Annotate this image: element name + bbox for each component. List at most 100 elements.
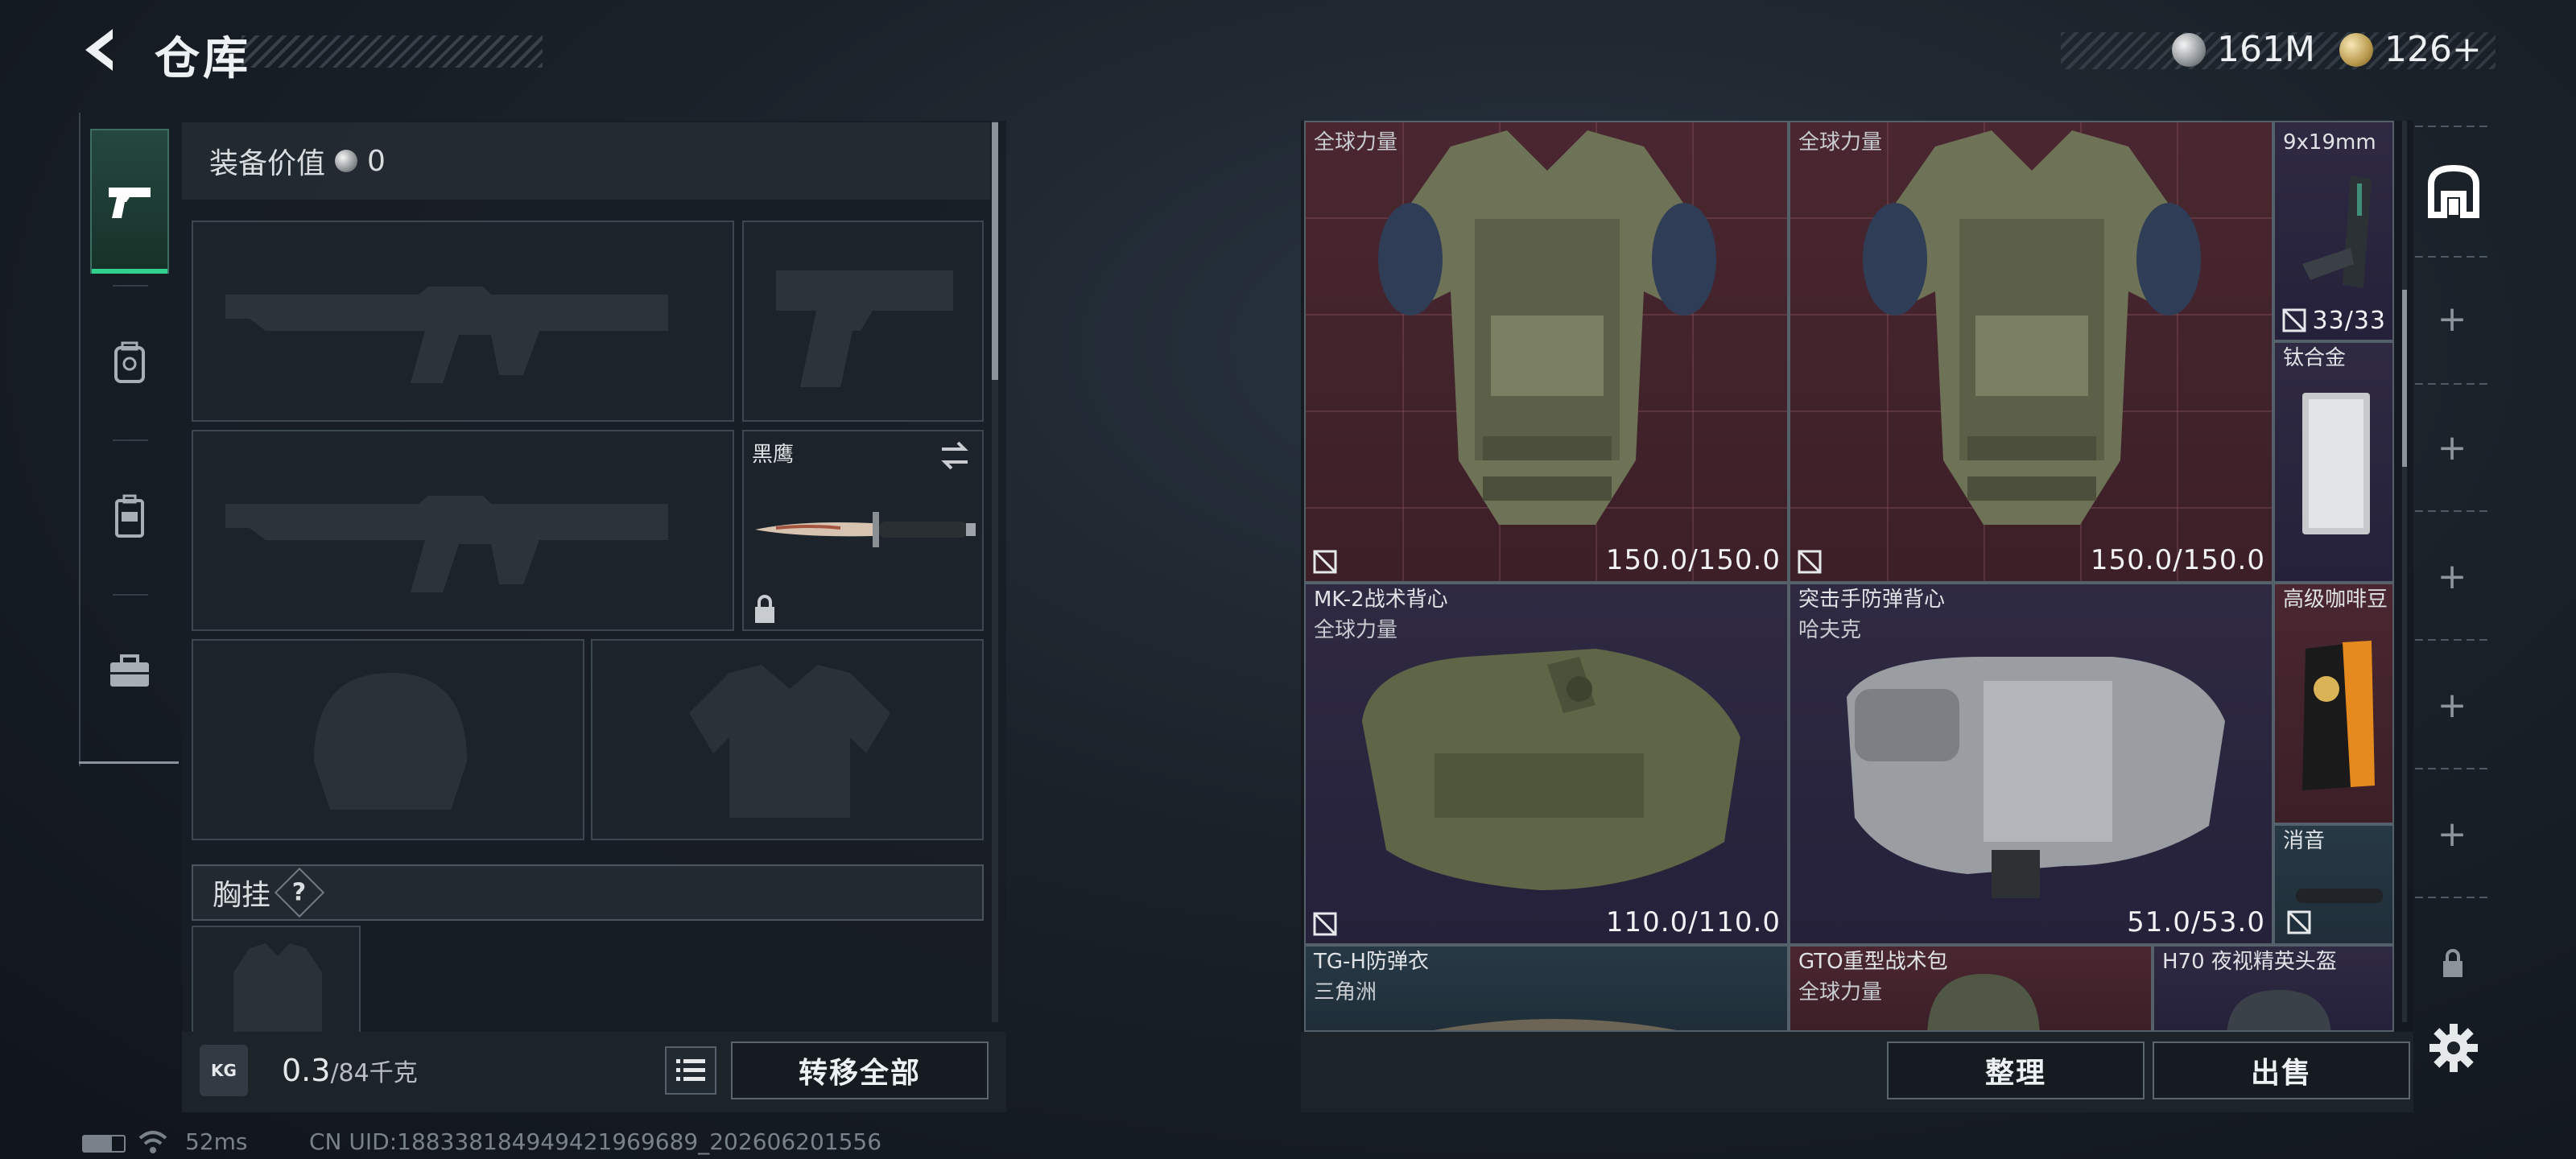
locked-storage-slot[interactable]: [2439, 947, 2467, 979]
back-button[interactable]: [77, 24, 129, 76]
item-name: H70 夜视精英头盔: [2162, 950, 2337, 974]
user-uid: CN UID:18833818494942196968​9_2026062015…: [309, 1128, 882, 1155]
storage-item-titanium[interactable]: 钛合金: [2273, 341, 2394, 583]
tab-weapons[interactable]: [90, 129, 169, 274]
storage-item-tgh-armor[interactable]: TG-H防弹衣 三角洲: [1304, 945, 1789, 1032]
add-storage-button[interactable]: +: [2426, 422, 2478, 473]
list-view-button[interactable]: [665, 1046, 716, 1095]
swap-icon[interactable]: [937, 439, 972, 472]
weight-capacity: /84千克: [330, 1059, 418, 1087]
storage-item-armor-2[interactable]: 全球力量 150.0/150.0: [1789, 121, 2273, 583]
battery-icon: [82, 1135, 126, 1153]
page-title: 仓库: [155, 33, 251, 85]
sell-button[interactable]: 出售: [2153, 1041, 2410, 1099]
no-repair-icon: [1313, 550, 1337, 574]
equipment-value-bar: 装备价值 0: [182, 122, 990, 200]
weight-icon: KG: [200, 1045, 248, 1096]
lock-icon: [2443, 949, 2462, 977]
vest-icon: [115, 494, 144, 538]
pistol-silhouette: [776, 270, 953, 387]
silver-currency[interactable]: 161M: [2172, 29, 2315, 70]
item-name: 钛合金: [2283, 346, 2347, 370]
item-caliber: 9x19mm: [2283, 130, 2376, 155]
weight-value: 0.3: [282, 1053, 331, 1088]
settings-button[interactable]: [2428, 1022, 2479, 1074]
equip-value: 0: [367, 144, 386, 178]
add-storage-button[interactable]: +: [2426, 551, 2478, 602]
tactical-vest-image: [1362, 649, 1740, 890]
sort-button[interactable]: 整理: [1887, 1041, 2145, 1099]
storage-item-h70-helmet[interactable]: H70 夜视精英头盔: [2153, 945, 2394, 1032]
item-name: TG-H防弹衣: [1314, 950, 1429, 974]
storage-item-suppressor[interactable]: 消音: [2273, 824, 2394, 945]
pistol-icon: [109, 188, 151, 218]
tab-separator: [2415, 768, 2489, 769]
list-icon: [676, 1059, 705, 1081]
transfer-all-button[interactable]: 转移全部: [731, 1041, 989, 1099]
storage-item-magazine[interactable]: 9x19mm 33/33: [2273, 121, 2394, 341]
category-divider: [79, 761, 179, 764]
header-decoration: [242, 35, 543, 68]
titanium-plate-image: [2302, 393, 2370, 534]
no-repair-icon: [1313, 912, 1337, 936]
item-durability: 150.0/150.0: [2090, 544, 2265, 576]
add-storage-button[interactable]: +: [2426, 808, 2478, 860]
item-name: 高级咖啡豆: [2283, 588, 2388, 612]
storage-scrollbar[interactable]: [2402, 121, 2407, 1022]
gear-icon: [2429, 1024, 2478, 1072]
suppressor-image: [2296, 889, 2383, 903]
storage-item-gto-bag[interactable]: GTO重型战术包 全球力量: [1789, 945, 2153, 1032]
chest-rig-label: 胸挂: [213, 879, 271, 912]
tab-case[interactable]: [90, 599, 169, 744]
help-icon[interactable]: ?: [274, 867, 325, 918]
gold-amount: 126+: [2384, 29, 2482, 70]
back-arrow-icon: [85, 29, 113, 71]
carry-weight: 0.3/84千克: [282, 1053, 418, 1088]
ping-readout: 52ms: [185, 1128, 248, 1155]
vest-silhouette: [233, 943, 322, 1035]
secondary-weapon-slot[interactable]: [742, 221, 984, 422]
wifi-icon: [138, 1131, 167, 1153]
add-storage-button[interactable]: +: [2426, 679, 2478, 731]
helmet-slot[interactable]: [192, 639, 584, 840]
gold-currency[interactable]: 126+: [2339, 29, 2482, 70]
silver-amount: 161M: [2217, 29, 2315, 70]
item-faction: 全球力量: [1798, 980, 1883, 1004]
body-armor-slot[interactable]: [591, 639, 984, 840]
no-repair-icon: [2287, 910, 2311, 934]
loadout-scroll-thumb[interactable]: [992, 122, 998, 380]
storage-item-armor-1[interactable]: 全球力量 150.0/150.0: [1304, 121, 1789, 583]
no-repair-icon: [1798, 550, 1822, 574]
tab-backpack[interactable]: [90, 290, 169, 435]
tab-separator: [2415, 256, 2489, 258]
item-durability: 51.0/53.0: [2127, 906, 2265, 938]
melee-name: 黑鹰: [752, 443, 795, 467]
armor-silhouette: [689, 665, 890, 818]
storage-item-mk2-vest[interactable]: MK-2战术背心 全球力量 110.0/110.0: [1304, 583, 1789, 945]
primary-weapon-slot-2[interactable]: [192, 430, 734, 631]
storage-scroll-thumb[interactable]: [2402, 290, 2407, 467]
silver-coin-icon: [335, 150, 358, 172]
storage-item-assault-vest[interactable]: 突击手防弹背心 哈夫克 51.0/53.0: [1789, 583, 2273, 945]
add-storage-button[interactable]: +: [2426, 293, 2478, 344]
gold-coin-icon: [2339, 32, 2373, 67]
storage-house-icon: [2428, 164, 2479, 218]
armor-preview-image: [1434, 1019, 1677, 1030]
melee-slot[interactable]: 黑鹰: [742, 430, 984, 631]
item-durability: 150.0/150.0: [1605, 544, 1781, 576]
item-name: 突击手防弹背心: [1798, 588, 1946, 612]
heavy-armor-image: [1378, 130, 1716, 525]
silver-coin-icon: [2172, 32, 2206, 67]
tab-separator: [113, 439, 148, 441]
chest-rig-header: 胸挂 ?: [192, 864, 984, 921]
chest-rig-slot[interactable]: [192, 926, 361, 1035]
tab-chest-rig[interactable]: [90, 444, 169, 589]
tab-main-storage[interactable]: [2421, 155, 2486, 227]
tab-separator: [2415, 897, 2489, 898]
briefcase-icon: [110, 654, 149, 687]
storage-item-coffee[interactable]: 高级咖啡豆: [2273, 583, 2394, 824]
lock-icon: [755, 595, 774, 623]
no-repair-icon: [2282, 308, 2306, 332]
primary-weapon-slot[interactable]: [192, 221, 734, 422]
tab-separator: [2415, 510, 2489, 512]
